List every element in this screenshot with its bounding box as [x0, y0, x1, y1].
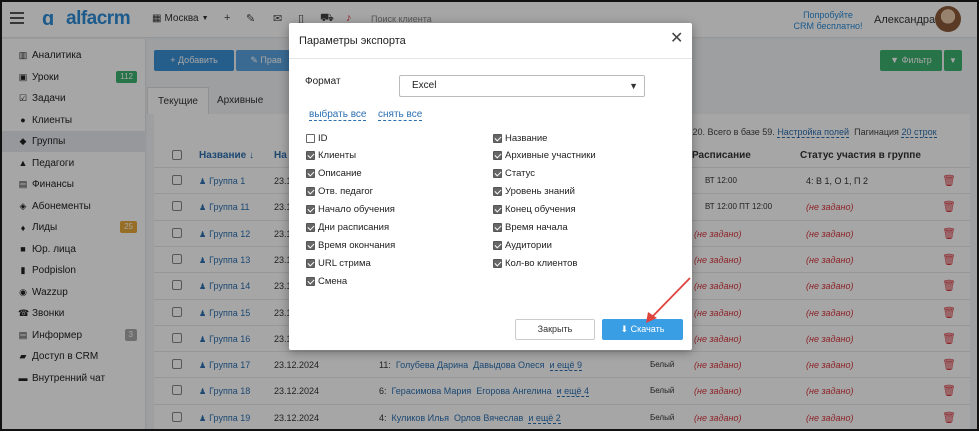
app-window: ɑ alfacrm ▦ Москва ▼ + ✎ ✉ ▯ ⛟ ♪ Поиск к…: [0, 0, 979, 431]
annotation-arrow: [646, 277, 691, 323]
